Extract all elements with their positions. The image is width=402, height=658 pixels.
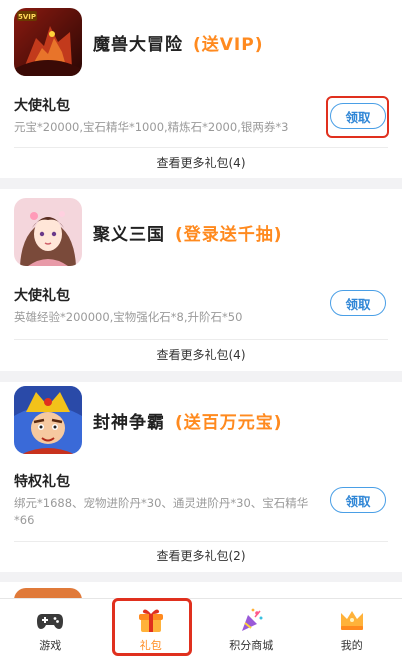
game-promo-tag: (送VIP) bbox=[193, 34, 264, 55]
gift-pack-title: 特权礼包 bbox=[14, 474, 70, 490]
tab-label: 游戏 bbox=[39, 639, 62, 652]
claim-button[interactable]: 领取 bbox=[330, 487, 386, 513]
bottom-tab-bar: 游戏 礼包 积分商城 我的 bbox=[0, 598, 402, 658]
tab-label: 我的 bbox=[340, 639, 363, 652]
divider bbox=[14, 541, 388, 542]
tab-points-mall[interactable]: 积分商城 bbox=[201, 599, 302, 658]
party-popper-icon bbox=[237, 607, 265, 633]
warrior-game-icon[interactable] bbox=[14, 386, 82, 454]
game-card: 封神争霸 (送百万元宝) 特权礼包 绑元*1688、宠物进阶丹*30、通灵进阶丹… bbox=[0, 382, 402, 572]
game-header[interactable]: 封神争霸 (送百万元宝) bbox=[14, 386, 283, 454]
svg-text:5VIP: 5VIP bbox=[18, 13, 36, 21]
gift-pack-info: 大使礼包 元宝*20000,宝石精华*1000,精炼石*2000,银两券*3 bbox=[14, 96, 314, 136]
divider bbox=[14, 339, 388, 340]
tab-games[interactable]: 游戏 bbox=[0, 599, 101, 658]
more-gift-packs-link[interactable]: 查看更多礼包(4) bbox=[0, 346, 402, 363]
game-promo-tag: (登录送千抽) bbox=[175, 224, 283, 245]
game-header[interactable]: 聚义三国 (登录送千抽) bbox=[14, 198, 283, 266]
crown-icon bbox=[338, 607, 366, 633]
game-card: 聚义三国 (登录送千抽) 大使礼包 英雄经验*200000,宝物强化石*8,升阶… bbox=[0, 189, 402, 371]
gift-pack-info: 特权礼包 绑元*1688、宠物进阶丹*30、通灵进阶丹*30、宝石精华*66 bbox=[14, 472, 326, 529]
more-gift-packs-link[interactable]: 查看更多礼包(4) bbox=[0, 154, 402, 171]
more-gift-packs-link[interactable]: 查看更多礼包(2) bbox=[0, 547, 402, 564]
divider bbox=[14, 147, 388, 148]
gift-list-screen: 5VIP 魔兽大冒险 (送VIP) 大使礼包 元宝*20000,宝石精华*100… bbox=[0, 0, 402, 658]
gift-pack-title: 大使礼包 bbox=[14, 288, 70, 304]
dragon-game-icon[interactable]: 5VIP bbox=[14, 8, 82, 76]
game-promo-tag: (送百万元宝) bbox=[175, 412, 283, 433]
tab-profile[interactable]: 我的 bbox=[302, 599, 402, 658]
game-card: 5VIP 魔兽大冒险 (送VIP) 大使礼包 元宝*20000,宝石精华*100… bbox=[0, 0, 402, 178]
game-header[interactable]: 5VIP 魔兽大冒险 (送VIP) bbox=[14, 8, 263, 76]
gift-pack-info: 大使礼包 英雄经验*200000,宝物强化石*8,升阶石*50 bbox=[14, 286, 314, 326]
gift-pack-description: 绑元*1688、宠物进阶丹*30、通灵进阶丹*30、宝石精华*66 bbox=[14, 496, 309, 527]
game-title: 魔兽大冒险 bbox=[93, 34, 183, 55]
highlight-box bbox=[112, 598, 192, 656]
game-title: 聚义三国 bbox=[93, 224, 165, 245]
game-title: 封神争霸 bbox=[93, 412, 165, 433]
tab-label: 积分商城 bbox=[229, 639, 274, 652]
claim-button[interactable]: 领取 bbox=[330, 290, 386, 316]
heroine-game-icon[interactable] bbox=[14, 198, 82, 266]
gamepad-icon bbox=[36, 607, 64, 633]
gift-pack-title: 大使礼包 bbox=[14, 98, 70, 114]
highlight-box bbox=[326, 96, 389, 138]
gift-pack-description: 英雄经验*200000,宝物强化石*8,升阶石*50 bbox=[14, 310, 243, 324]
gift-pack-description: 元宝*20000,宝石精华*1000,精炼石*2000,银两券*3 bbox=[14, 120, 289, 134]
